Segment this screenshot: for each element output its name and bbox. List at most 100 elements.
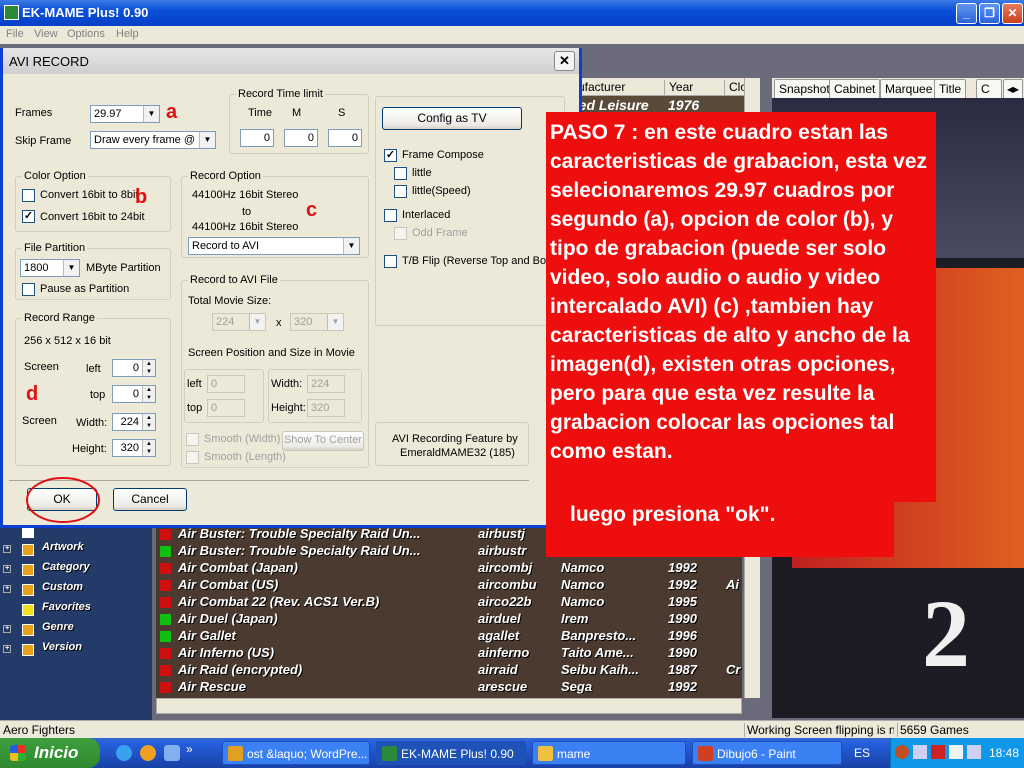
table-row[interactable]: Air Gallet agallet Banpresto... 1996 — [156, 628, 742, 645]
menu-options[interactable]: Options — [67, 28, 105, 40]
dialog-title: AVI RECORD — [9, 54, 89, 69]
table-row[interactable]: Air Combat (Japan) aircombj Namco 1992 — [156, 560, 742, 577]
expand-icon[interactable]: + — [3, 645, 11, 653]
menu-help[interactable]: Help — [116, 28, 139, 40]
time-head: Time — [248, 107, 273, 119]
pos-height-input[interactable]: 320 — [307, 399, 345, 417]
close-button[interactable]: ✕ — [1002, 3, 1023, 24]
pause-partition-checkbox[interactable] — [22, 283, 35, 296]
tray-app-icon[interactable] — [949, 745, 963, 759]
range-left-input[interactable]: 0 ▲ ▼ — [112, 359, 156, 377]
cell-maker: Sega — [561, 679, 593, 694]
range-screen-label: Screen — [24, 361, 59, 373]
table-row[interactable]: Air Duel (Japan) airduel Irem 1990 — [156, 611, 742, 628]
table-row[interactable]: Air Inferno (US) ainferno Taito Ame... 1990 — [156, 645, 742, 662]
table-row[interactable]: Air Rescue arescue Sega 1992 — [156, 679, 742, 696]
config-tv-button[interactable]: Config as TV — [382, 107, 522, 130]
tab-cabinet[interactable]: Cabinet — [829, 79, 881, 98]
tb-flip-checkbox[interactable] — [384, 255, 397, 268]
spinner-icon[interactable]: ▲ ▼ — [142, 386, 155, 402]
cell-year: 1992 — [668, 577, 697, 592]
table-row[interactable]: Air Combat (US) aircombu Namco 1992 Ai — [156, 577, 742, 594]
odd-frame-checkbox[interactable] — [394, 227, 407, 240]
time-seconds-input[interactable]: 0 — [328, 129, 362, 147]
expand-icon[interactable]: + — [3, 565, 11, 573]
partition-size-select[interactable]: 1800 ▼ — [20, 259, 80, 277]
list-hscrollbar[interactable] — [156, 698, 742, 714]
expand-icon[interactable]: + — [3, 545, 11, 553]
main-titlebar[interactable]: EK-MAME Plus! 0.90 _ ❐ ✕ — [0, 0, 1024, 26]
range-width-label: Width: — [76, 417, 108, 429]
task-paint[interactable]: Dibujo6 - Paint — [692, 741, 842, 765]
range-height-label: Height: — [72, 443, 107, 455]
status-games-count: 5659 Games — [897, 723, 969, 737]
frame-compose-checkbox[interactable]: ✓ — [384, 149, 397, 162]
spinner-icon[interactable]: ▲ ▼ — [142, 414, 155, 430]
range-height-input[interactable]: 320 ▲ ▼ — [112, 439, 156, 457]
skip-frame-select[interactable]: Draw every frame @ ▼ — [90, 131, 216, 149]
task-wordpress[interactable]: ost &laquo; WordPre... — [222, 741, 370, 765]
table-row[interactable]: Air Raid (encrypted) airraid Seibu Kaih...… — [156, 662, 742, 679]
pos-width-input[interactable]: 224 — [307, 375, 345, 393]
cell-maker: Irem — [561, 611, 589, 626]
task-ekmame[interactable]: EK-MAME Plus! 0.90 — [376, 741, 526, 765]
menu-view[interactable]: View — [34, 28, 58, 40]
app-icon[interactable] — [140, 745, 156, 761]
desktop-icon[interactable] — [164, 745, 180, 761]
cancel-button[interactable]: Cancel — [113, 488, 187, 511]
network-icon[interactable] — [913, 745, 927, 759]
record-mode-select[interactable]: Record to AVI ▼ — [188, 237, 360, 255]
spinner-icon[interactable]: ▲ ▼ — [142, 360, 155, 376]
tab-scroll-icon[interactable]: ◂▸ — [1003, 79, 1023, 98]
smooth-length-checkbox[interactable] — [186, 451, 199, 464]
odd-frame-label: Odd Frame — [412, 227, 468, 239]
tab-snapshot[interactable]: Snapshot — [774, 79, 835, 98]
minimize-button[interactable]: _ — [956, 3, 977, 24]
rom-status-icon — [160, 546, 171, 557]
pos-left-input[interactable]: 0 — [207, 375, 245, 393]
task-mame-folder[interactable]: mame — [532, 741, 686, 765]
time-minutes-input[interactable]: 0 — [284, 129, 318, 147]
windows-logo-icon — [10, 745, 26, 761]
tab-title[interactable]: Title — [934, 79, 967, 98]
chevron-icon[interactable]: » — [186, 742, 193, 756]
folder-icon — [22, 564, 34, 576]
range-width-input[interactable]: 224 ▲ ▼ — [112, 413, 156, 431]
cell-year: 1990 — [668, 645, 697, 660]
status-game: Aero Fighters — [3, 723, 76, 737]
cell-rom: arescue — [478, 679, 528, 694]
spinner-icon[interactable]: ▲ ▼ — [142, 440, 155, 456]
range-screen2-label: Screen — [22, 415, 57, 427]
movie-width-select[interactable]: 224 ▼ — [212, 313, 266, 331]
movie-height-select[interactable]: 320 ▼ — [290, 313, 344, 331]
frames-select[interactable]: 29.97 ▼ — [90, 105, 160, 123]
expand-icon[interactable]: + — [3, 585, 11, 593]
show-center-button[interactable]: Show To Center — [282, 431, 364, 451]
tab-more[interactable]: C — [976, 79, 1002, 98]
maximize-button[interactable]: ❐ — [979, 3, 1000, 24]
time-hours-input[interactable]: 0 — [240, 129, 274, 147]
expand-icon[interactable]: + — [3, 625, 11, 633]
pos-top-input[interactable]: 0 — [207, 399, 245, 417]
range-top-input[interactable]: 0 ▲ ▼ — [112, 385, 156, 403]
table-row[interactable]: Air Combat 22 (Rev. ACS1 Ver.B) airco22b N… — [156, 594, 742, 611]
start-button[interactable]: Inicio — [0, 738, 100, 768]
time-limit-group: Record Time limit Time M S 0 0 0 — [229, 88, 369, 154]
header-year[interactable]: Year — [664, 80, 714, 96]
start-label: Inicio — [34, 743, 79, 762]
volume-icon[interactable] — [967, 745, 981, 759]
menu-file[interactable]: File — [6, 28, 24, 40]
little-speed-checkbox[interactable] — [394, 185, 407, 198]
smooth-width-checkbox[interactable] — [186, 433, 199, 446]
tab-marquee[interactable]: Marquee — [880, 79, 938, 98]
convert-8bit-checkbox[interactable] — [22, 189, 35, 202]
browser-icon[interactable] — [116, 745, 132, 761]
dialog-titlebar[interactable]: AVI RECORD ✕ — [3, 48, 579, 74]
interlaced-checkbox[interactable] — [384, 209, 397, 222]
language-indicator[interactable]: ES — [854, 746, 870, 760]
little-checkbox[interactable] — [394, 167, 407, 180]
back-icon[interactable] — [895, 745, 909, 759]
dialog-close-button[interactable]: ✕ — [554, 51, 575, 71]
tray-app-icon[interactable] — [931, 745, 945, 759]
convert-24bit-checkbox[interactable]: ✓ — [22, 210, 35, 223]
